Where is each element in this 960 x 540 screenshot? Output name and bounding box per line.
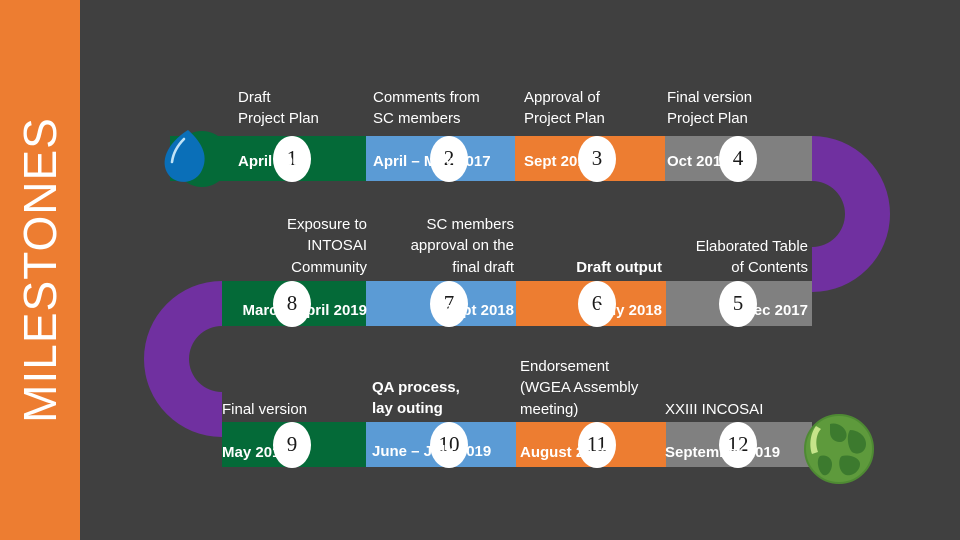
milestone-caption-1: Draft Project Plan April 2017 xyxy=(238,65,363,194)
milestone-caption-3-lead: Approval of Project Plan xyxy=(524,88,605,128)
sidebar: MILESTONES xyxy=(0,0,80,540)
milestone-caption-5-lead: Elaborated Table of Contents xyxy=(695,237,808,277)
milestone-caption-11-date: August 2019 xyxy=(520,443,610,461)
milestone-caption-4-lead: Final version Project Plan xyxy=(667,88,753,128)
milestone-caption-6-date: July 2018 xyxy=(594,301,662,319)
milestone-caption-8-date: March- April 2019 xyxy=(242,301,368,319)
green-globe-icon xyxy=(804,414,874,484)
milestone-caption-4-date: Oct 2017 xyxy=(667,153,730,170)
milestone-caption-11: Endorsement (WGEA Assembly meeting) Augu… xyxy=(520,334,670,485)
milestone-caption-8: Exposure to INTOSAI Community March- Apr… xyxy=(223,192,368,343)
milestone-caption-1-date: April 2017 xyxy=(238,153,310,170)
milestone-caption-9-date: May 2019 xyxy=(222,443,289,461)
milestone-caption-7-date: Sept 2018 xyxy=(443,301,514,319)
milestone-caption-10-date: June – July 2019 xyxy=(372,443,492,460)
milestone-caption-3: Approval of Project Plan Sept 2017 xyxy=(524,65,664,194)
milestone-caption-4: Final version Project Plan Oct 2017 xyxy=(667,65,812,194)
milestone-caption-3-date: Sept 2017 xyxy=(524,153,595,170)
milestone-caption-9-lead: Final version xyxy=(222,400,308,418)
connector-right-arc xyxy=(812,136,890,292)
milestone-caption-2-lead: Comments from SC members xyxy=(373,88,480,128)
milestone-caption-6: Draft output July 2018 xyxy=(520,235,662,343)
milestone-caption-7: SC members approval on the final draft S… xyxy=(372,192,514,343)
milestone-caption-10: QA process, lay outing June – July 2019 xyxy=(372,355,522,484)
milestone-caption-1-lead: Draft Project Plan xyxy=(238,88,319,128)
milestone-caption-10-lead: QA process, lay outing xyxy=(372,378,460,418)
milestone-caption-2: Comments from SC members April – May 201… xyxy=(373,65,518,194)
milestone-caption-11-lead: Endorsement (WGEA Assembly meeting) xyxy=(520,357,639,418)
milestone-caption-5-date: Dec 2017 xyxy=(742,302,808,319)
page-title: MILESTONES xyxy=(14,117,66,423)
milestones-infographic: 1 2 3 4 Draft Project Plan April 2017 Co… xyxy=(0,0,960,540)
water-droplet-logo xyxy=(164,130,230,187)
milestone-caption-2-date: April – May 2017 xyxy=(373,153,491,170)
milestone-caption-6-lead: Draft output xyxy=(576,258,662,276)
milestone-caption-9: Final version May 2019 xyxy=(222,377,366,485)
milestone-caption-7-lead: SC members approval on the final draft xyxy=(410,215,514,276)
milestone-caption-8-lead: Exposure to INTOSAI Community xyxy=(286,215,367,276)
connector-left-arc xyxy=(144,281,222,437)
milestone-caption-5: Elaborated Table of Contents Dec 2017 xyxy=(664,214,808,343)
